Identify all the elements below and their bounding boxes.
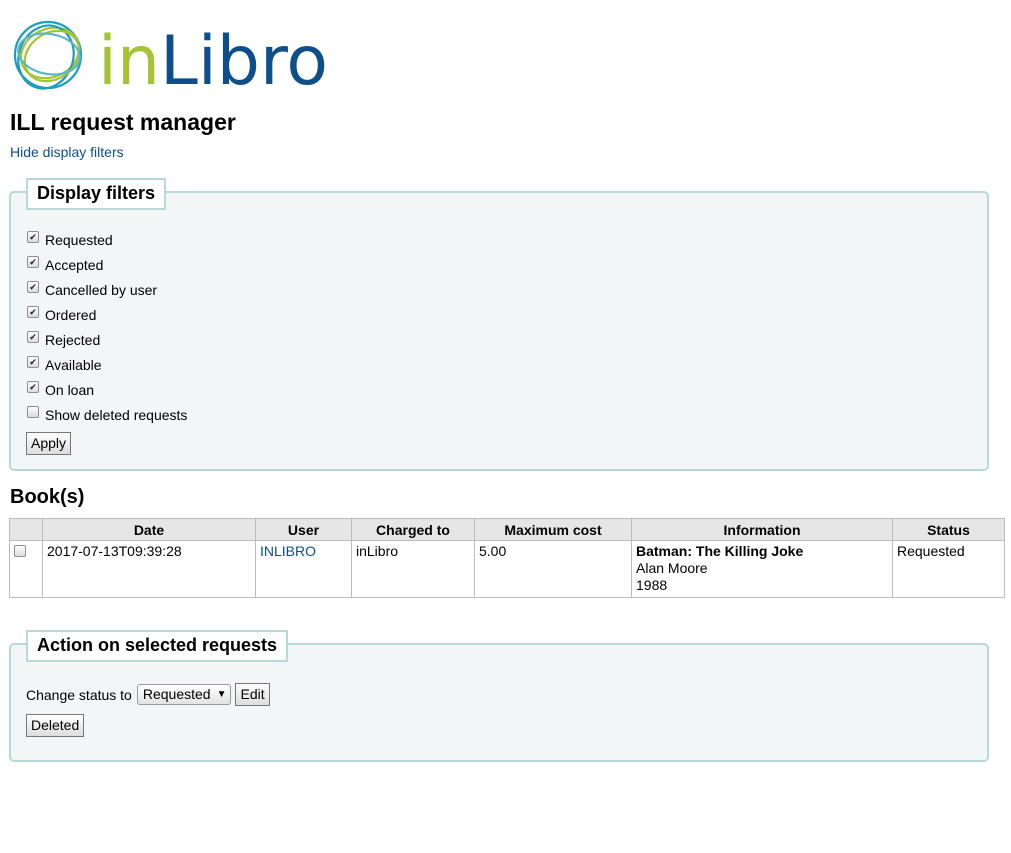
filter-label: Ordered: [45, 306, 97, 323]
status-select[interactable]: Requested ▼: [136, 684, 232, 705]
filter-item-cancelled: ✔ Cancelled by user: [27, 277, 187, 302]
filter-item-requested: ✔ Requested: [27, 227, 187, 252]
cell-user: INLIBRO: [255, 540, 352, 598]
column-header-information[interactable]: Information: [631, 518, 893, 541]
cell-information: Batman: The Killing Joke Alan Moore 1988: [631, 540, 893, 598]
cell-charged-to: inLibro: [351, 540, 475, 598]
action-panel: Action on selected requests Change statu…: [9, 630, 989, 762]
filter-label: Available: [45, 356, 102, 373]
column-header-status[interactable]: Status: [892, 518, 1005, 541]
status-select-value: Requested: [142, 686, 211, 702]
display-filters-panel: Display filters ✔ Requested ✔ Accepted ✔…: [9, 178, 989, 471]
edit-button[interactable]: Edit: [235, 683, 270, 706]
display-filters-legend: Display filters: [26, 178, 167, 210]
change-status-label: Change status to: [26, 686, 132, 703]
filter-available-checkbox[interactable]: ✔: [27, 355, 39, 368]
filter-label: Show deleted requests: [45, 406, 188, 423]
page-title: ILL request manager: [10, 109, 236, 135]
filter-item-on-loan: ✔ On loan: [27, 377, 187, 402]
inlibro-logo: inLibro: [10, 12, 330, 101]
book-title: Batman: The Killing Joke: [636, 543, 804, 559]
column-header-select: [9, 518, 43, 541]
dropdown-arrow-icon: ▼: [216, 689, 227, 700]
column-header-maximum-cost[interactable]: Maximum cost: [474, 518, 632, 541]
filter-list: ✔ Requested ✔ Accepted ✔ Cancelled by us…: [27, 227, 187, 427]
hide-display-filters-link[interactable]: Hide display filters: [10, 144, 124, 160]
apply-button[interactable]: Apply: [26, 432, 72, 455]
filter-item-rejected: ✔ Rejected: [27, 327, 187, 352]
filter-rejected-checkbox[interactable]: ✔: [27, 330, 39, 343]
filter-on-loan-checkbox[interactable]: ✔: [27, 380, 39, 393]
filter-label: Requested: [45, 231, 113, 248]
filter-item-ordered: ✔ Ordered: [27, 302, 187, 327]
column-header-date[interactable]: Date: [42, 518, 256, 541]
change-status-row: Change status to Requested ▼ Edit: [26, 683, 270, 706]
filter-item-accepted: ✔ Accepted: [27, 252, 187, 277]
filter-item-show-deleted: Show deleted requests: [27, 402, 187, 427]
filter-requested-checkbox[interactable]: ✔: [27, 230, 39, 243]
books-table: Date User Charged to Maximum cost Inform…: [9, 518, 1005, 598]
filter-label: Rejected: [45, 331, 101, 348]
user-link[interactable]: INLIBRO: [260, 543, 316, 559]
filter-accepted-checkbox[interactable]: ✔: [27, 255, 39, 268]
filter-label: Accepted: [45, 256, 104, 273]
row-select-cell: [9, 540, 43, 598]
logo-wordmark: inLibro: [98, 22, 328, 98]
column-header-charged-to[interactable]: Charged to: [351, 518, 475, 541]
filter-show-deleted-checkbox[interactable]: [27, 405, 39, 418]
filter-ordered-checkbox[interactable]: ✔: [27, 305, 39, 318]
logo-rings-icon: [13, 20, 83, 90]
cell-date: 2017-07-13T09:39:28: [42, 540, 256, 598]
table-row: 2017-07-13T09:39:28 INLIBRO inLibro 5.00…: [9, 540, 1005, 598]
cell-maximum-cost: 5.00: [474, 540, 632, 598]
filter-item-available: ✔ Available: [27, 352, 187, 377]
book-author: Alan Moore: [636, 560, 708, 576]
column-header-user[interactable]: User: [255, 518, 352, 541]
filter-label: Cancelled by user: [45, 281, 158, 298]
books-heading: Book(s): [10, 486, 85, 508]
cell-status: Requested: [892, 540, 1005, 598]
filter-cancelled-checkbox[interactable]: ✔: [27, 280, 39, 293]
table-header-row: Date User Charged to Maximum cost Inform…: [9, 518, 1005, 541]
book-year: 1988: [636, 577, 668, 593]
filter-label: On loan: [45, 381, 95, 398]
action-legend: Action on selected requests: [26, 630, 289, 662]
deleted-button[interactable]: Deleted: [26, 714, 85, 737]
row-select-checkbox[interactable]: [14, 545, 26, 557]
